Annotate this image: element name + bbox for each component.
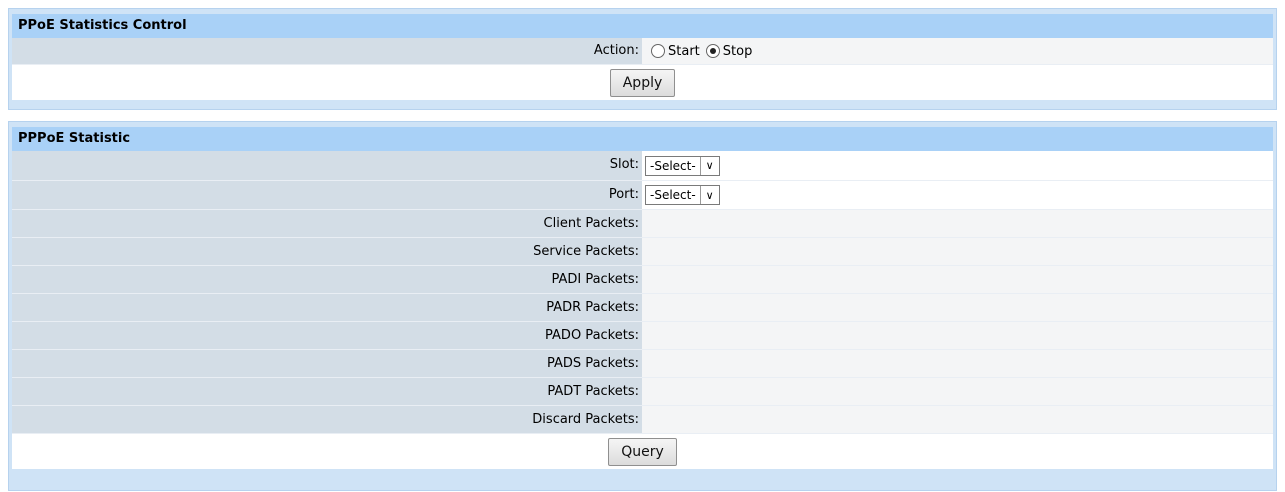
statistic-rows: Slot: -Select- ∨ Port: -Select- ∨ Client…: [12, 151, 1273, 469]
statistics-control-panel: PPoE Statistics Control Action: Start St…: [8, 8, 1277, 110]
slot-select[interactable]: -Select- ∨: [645, 155, 720, 176]
stat-value: [642, 378, 1273, 405]
stat-label: PADR Packets:: [12, 294, 642, 321]
stat-row-pado: PADO Packets:: [12, 321, 1273, 349]
chevron-down-icon: ∨: [699, 156, 719, 175]
stat-label: Service Packets:: [12, 238, 642, 265]
pppoe-statistic-title: PPPoE Statistic: [12, 127, 1273, 151]
stat-value: [642, 266, 1273, 293]
stat-row-service: Service Packets:: [12, 237, 1273, 265]
stop-radio-label: Stop: [722, 43, 753, 59]
port-row: Port: -Select- ∨: [12, 180, 1273, 209]
stat-row-pads: PADS Packets:: [12, 349, 1273, 377]
apply-button[interactable]: Apply: [609, 68, 676, 97]
slot-select-value: -Select-: [650, 158, 696, 173]
stat-label: PADT Packets:: [12, 378, 642, 405]
action-value: Start Stop: [642, 38, 1273, 64]
control-rows: Action: Start Stop Apply: [12, 38, 1273, 100]
stat-label: Client Packets:: [12, 210, 642, 237]
query-button[interactable]: Query: [608, 437, 677, 466]
stat-label: Discard Packets:: [12, 406, 642, 433]
action-label: Action:: [12, 38, 642, 64]
stat-row-padr: PADR Packets:: [12, 293, 1273, 321]
stat-value: [642, 294, 1273, 321]
port-select-value: -Select-: [650, 188, 696, 202]
query-row: Query: [12, 433, 1273, 469]
start-radio-label: Start: [668, 43, 700, 59]
slot-label: Slot:: [12, 151, 642, 180]
stat-row-padt: PADT Packets:: [12, 377, 1273, 405]
stat-value: [642, 210, 1273, 237]
stat-value: [642, 406, 1273, 433]
stat-row-padi: PADI Packets:: [12, 265, 1273, 293]
stat-label: PADI Packets:: [12, 266, 642, 293]
slot-value: -Select- ∨: [642, 151, 1273, 180]
port-select[interactable]: -Select- ∨: [645, 185, 720, 205]
statistics-control-title: PPoE Statistics Control: [12, 14, 1273, 38]
stat-value: [642, 238, 1273, 265]
stat-row-discard: Discard Packets:: [12, 405, 1273, 433]
stat-row-client: Client Packets:: [12, 209, 1273, 237]
port-value: -Select- ∨: [642, 181, 1273, 209]
slot-row: Slot: -Select- ∨: [12, 151, 1273, 180]
stat-value: [642, 350, 1273, 377]
pppoe-statistic-panel: PPPoE Statistic Slot: -Select- ∨ Port: -…: [8, 121, 1277, 491]
action-row: Action: Start Stop: [12, 38, 1273, 64]
stat-label: PADO Packets:: [12, 322, 642, 349]
chevron-down-icon: ∨: [699, 186, 719, 204]
apply-row: Apply: [12, 64, 1273, 100]
port-label: Port:: [12, 181, 642, 209]
stat-value: [642, 322, 1273, 349]
stat-label: PADS Packets:: [12, 350, 642, 377]
start-radio[interactable]: [651, 44, 665, 58]
stop-radio[interactable]: [705, 44, 720, 58]
